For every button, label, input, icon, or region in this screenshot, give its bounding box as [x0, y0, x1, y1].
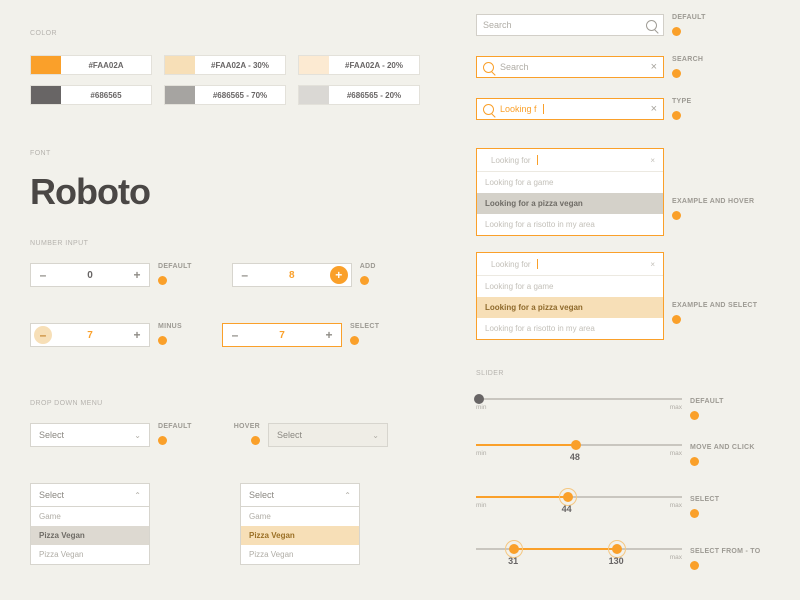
minus-icon[interactable]: – — [34, 326, 52, 344]
font-title: Roboto — [30, 171, 460, 213]
marker-dot-icon — [690, 561, 699, 570]
swatch: #686565 - 20% — [298, 85, 420, 105]
suggest-item[interactable]: Looking for a pizza vegan — [477, 297, 663, 318]
marker-dot-icon — [672, 211, 681, 220]
dropdown-hover[interactable]: Select ⌄ — [268, 423, 388, 447]
section-label-dropdown: DROP DOWN MENU — [30, 400, 460, 407]
dropdown-open-orange[interactable]: Select⌃ Game Pizza Vegan Pizza Vegan — [240, 483, 360, 565]
swatch-row-2: #686565 #686565 - 70% #686565 - 20% — [30, 85, 460, 105]
search-icon — [646, 20, 657, 31]
marker-dot-icon — [690, 457, 699, 466]
suggest-item[interactable]: Looking for a game — [477, 276, 663, 297]
swatch: #FAA02A - 20% — [298, 55, 420, 75]
close-icon[interactable]: × — [650, 260, 655, 269]
section-label-font: FONT — [30, 150, 460, 157]
dropdown-open-gray[interactable]: Select⌃ Game Pizza Vegan Pizza Vegan — [30, 483, 150, 565]
search-suggest-select[interactable]: Looking for× Looking for a game Looking … — [476, 252, 664, 340]
marker-dot-icon — [251, 436, 260, 445]
slider-select[interactable]: 44 minmax — [476, 496, 682, 518]
close-icon[interactable]: × — [651, 61, 657, 73]
swatch: #686565 — [30, 85, 152, 105]
search-active[interactable]: Search × — [476, 56, 664, 78]
swatch: #FAA02A - 30% — [164, 55, 286, 75]
dropdown-item[interactable]: Pizza Vegan — [31, 526, 149, 545]
number-input-default[interactable]: – 0 + — [30, 263, 150, 287]
search-suggest-hover[interactable]: Looking for× Looking for a game Looking … — [476, 148, 664, 236]
section-label-number: NUMBER INPUT — [30, 240, 460, 247]
dropdown-item[interactable]: Pizza Vegan — [241, 545, 359, 564]
number-input-minus[interactable]: – 7 + — [30, 323, 150, 347]
dropdown-item[interactable]: Game — [241, 507, 359, 526]
section-label-slider: SLIDER — [476, 370, 772, 377]
swatch-row-1: #FAA02A #FAA02A - 30% #FAA02A - 20% — [30, 55, 460, 75]
slider-move[interactable]: 48 minmax — [476, 444, 682, 466]
marker-dot-icon — [158, 276, 167, 285]
dropdown-item[interactable]: Pizza Vegan — [241, 526, 359, 545]
plus-icon[interactable]: + — [125, 324, 149, 346]
plus-icon[interactable]: + — [317, 324, 341, 346]
search-icon — [483, 62, 494, 73]
slider-default[interactable]: minmax — [476, 398, 682, 420]
search-icon — [483, 104, 494, 115]
chevron-down-icon: ⌄ — [134, 431, 141, 440]
number-input-select[interactable]: – 7 + — [222, 323, 342, 347]
plus-icon[interactable]: + — [330, 266, 348, 284]
dropdown-default[interactable]: Select ⌄ — [30, 423, 150, 447]
minus-icon[interactable]: – — [223, 324, 247, 346]
marker-dot-icon — [158, 336, 167, 345]
section-label-color: COLOR — [30, 30, 460, 37]
marker-dot-icon — [360, 276, 369, 285]
marker-dot-icon — [672, 315, 681, 324]
dropdown-item[interactable]: Game — [31, 507, 149, 526]
swatch: #FAA02A — [30, 55, 152, 75]
marker-dot-icon — [690, 411, 699, 420]
marker-dot-icon — [672, 27, 681, 36]
chevron-down-icon: ⌄ — [372, 431, 379, 440]
suggest-item[interactable]: Looking for a risotto in my area — [477, 214, 663, 235]
marker-dot-icon — [158, 436, 167, 445]
close-icon[interactable]: × — [651, 103, 657, 115]
swatch: #686565 - 70% — [164, 85, 286, 105]
chevron-up-icon: ⌃ — [134, 491, 141, 500]
marker-dot-icon — [690, 509, 699, 518]
chevron-up-icon: ⌃ — [344, 491, 351, 500]
dropdown-item[interactable]: Pizza Vegan — [31, 545, 149, 564]
number-input-add[interactable]: – 8 + — [232, 263, 352, 287]
suggest-item[interactable]: Looking for a risotto in my area — [477, 318, 663, 339]
search-typing[interactable]: Looking f × — [476, 98, 664, 120]
search-default[interactable]: Search — [476, 14, 664, 36]
marker-dot-icon — [672, 111, 681, 120]
suggest-item[interactable]: Looking for a game — [477, 172, 663, 193]
marker-dot-icon — [672, 69, 681, 78]
marker-dot-icon — [350, 336, 359, 345]
close-icon[interactable]: × — [650, 156, 655, 165]
slider-range[interactable]: 31 130 max — [476, 548, 682, 570]
minus-icon[interactable]: – — [233, 264, 257, 286]
plus-icon[interactable]: + — [125, 264, 149, 286]
minus-icon[interactable]: – — [31, 264, 55, 286]
suggest-item[interactable]: Looking for a pizza vegan — [477, 193, 663, 214]
